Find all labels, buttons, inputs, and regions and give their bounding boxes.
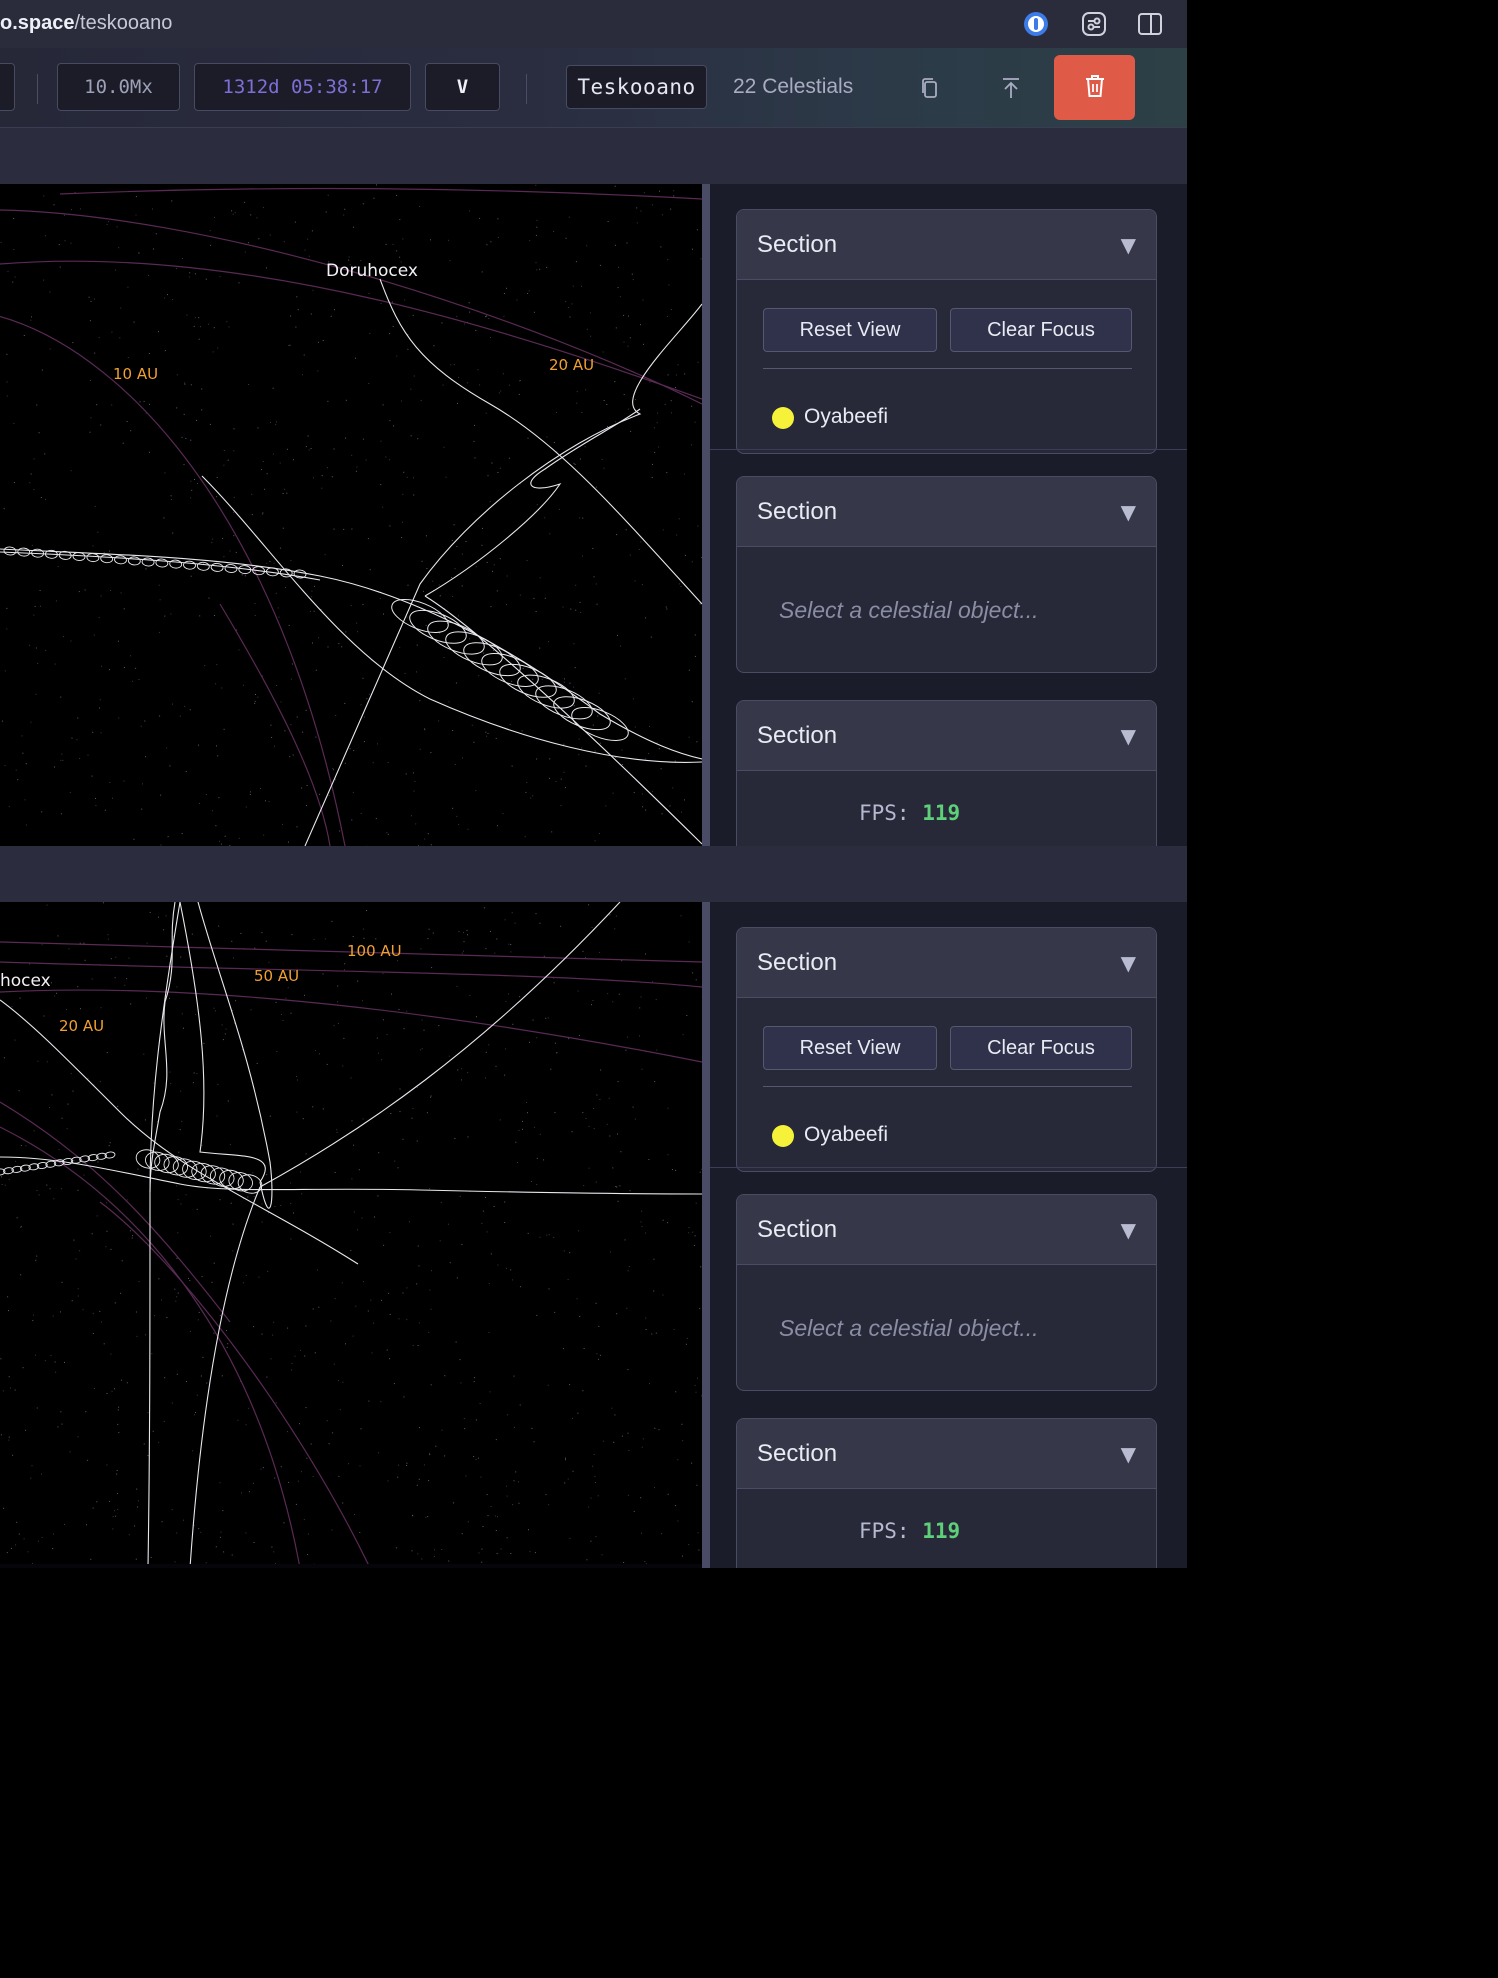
chevron-down-icon[interactable]: ▼ [1121,1442,1136,1466]
space-viewport-2[interactable]: hocex 20 AU 50 AU 100 AU [0,902,702,1564]
url-path: /teskooano [74,12,173,34]
reset-view-button[interactable]: Reset View [763,308,937,352]
celestial-list-item[interactable]: Oyabeefi [804,405,888,429]
celestial-count: 22 Celestials [733,75,854,98]
view-mode-button[interactable]: V [425,63,500,111]
extensions-icon[interactable] [1080,10,1108,38]
section-header[interactable]: Section ▼ [737,928,1156,998]
section-header[interactable]: Section ▼ [737,1419,1156,1489]
password-manager-icon[interactable] [1022,10,1050,38]
chevron-down-icon[interactable]: ▼ [1121,233,1136,257]
star-dot-icon [772,407,794,429]
ring-label-20au: 20 AU [549,356,594,374]
focus-section: Section ▼ Reset View Clear Focus Oyabeef… [736,209,1157,454]
fps-label: FPS: [859,801,910,825]
reset-view-button[interactable]: Reset View [763,1026,937,1070]
section-title: Section [757,721,838,749]
sim-time-display[interactable]: 1312d 05:38:17 [194,63,411,111]
sidebar-toggle-icon[interactable] [1136,10,1164,38]
toolbar-separator [37,74,38,104]
object-label[interactable]: hocex [0,971,51,991]
section-title: Section [757,948,838,976]
viewport-resize-handle[interactable] [702,184,710,846]
toolbar-separator [526,74,527,104]
fps-readout: FPS: 119 [859,801,960,825]
stats-section: Section ▼ FPS: 119 [736,1418,1157,1568]
section-title: Section [757,1215,838,1243]
orbit-rings [0,187,702,846]
orbit-canvas-1[interactable]: Doruhocex 10 AU 20 AU [0,184,702,846]
chevron-down-icon[interactable]: ▼ [1121,724,1136,748]
trash-icon [1083,73,1107,103]
empty-selection-text: Select a celestial object... [779,1315,1039,1341]
section-header[interactable]: Section ▼ [737,1195,1156,1265]
empty-selection-text: Select a celestial object... [779,597,1039,623]
ring-label-50au: 50 AU [254,967,299,985]
ring-label-10au: 10 AU [113,365,158,383]
stats-section: Section ▼ FPS: 119 [736,700,1157,846]
section-title: Section [757,1439,838,1467]
ring-label-100au: 100 AU [347,942,402,960]
copy-icon[interactable] [912,70,948,106]
info-section: Section ▼ Select a celestial object... [736,1194,1157,1391]
object-label[interactable]: Doruhocex [326,261,418,281]
speed-display[interactable]: 10.0Mx [57,63,180,111]
chevron-down-icon[interactable]: ▼ [1121,951,1136,975]
section-title: Section [757,497,838,525]
viewport-resize-handle[interactable] [702,902,710,1568]
divider [763,1086,1132,1087]
browser-bar: o.space/teskooano [0,0,1187,49]
chevron-down-icon[interactable]: ▼ [1121,500,1136,524]
section-header[interactable]: Section ▼ [737,477,1156,547]
section-title: Section [757,230,838,258]
fps-readout: FPS: 119 [859,1519,960,1543]
celestial-list-item[interactable]: Oyabeefi [804,1123,888,1147]
control-panel-2: Section ▼ Reset View Clear Focus Oyabeef… [710,902,1187,1568]
view-header-strip [0,846,1187,902]
toolbar-clipped-control[interactable] [0,63,15,111]
address-bar[interactable]: o.space/teskooano [0,12,172,35]
section-header[interactable]: Section ▼ [737,701,1156,771]
starfield [0,902,702,1564]
control-panel-1: Section ▼ Reset View Clear Focus Oyabeef… [710,184,1187,846]
orbit-rings [0,941,702,1564]
clear-focus-button[interactable]: Clear Focus [950,308,1132,352]
space-viewport-1[interactable]: Doruhocex 10 AU 20 AU [0,184,702,846]
info-section: Section ▼ Select a celestial object... [736,476,1157,673]
ring-label-20au: 20 AU [59,1017,104,1035]
divider [710,449,1187,450]
orbit-canvas-2[interactable]: hocex 20 AU 50 AU 100 AU [0,902,702,1564]
section-header[interactable]: Section ▼ [737,210,1156,280]
focus-section: Section ▼ Reset View Clear Focus Oyabeef… [736,927,1157,1172]
divider [763,368,1132,369]
star-dot-icon [772,1125,794,1147]
clear-focus-button[interactable]: Clear Focus [950,1026,1132,1070]
url-domain: o.space [0,12,75,34]
fps-label: FPS: [859,1519,910,1543]
divider [710,1167,1187,1168]
export-icon[interactable] [993,70,1029,106]
app-toolbar: 10.0Mx 1312d 05:38:17 V Teskooano 22 Cel… [0,48,1187,128]
fps-value: 119 [922,1519,961,1543]
system-name-field[interactable]: Teskooano [566,65,707,109]
fps-value: 119 [922,801,961,825]
starfield [0,184,702,846]
delete-system-button[interactable] [1054,55,1135,120]
orbit-trails [0,902,702,1564]
view-header-strip [0,128,1187,184]
chevron-down-icon[interactable]: ▼ [1121,1218,1136,1242]
